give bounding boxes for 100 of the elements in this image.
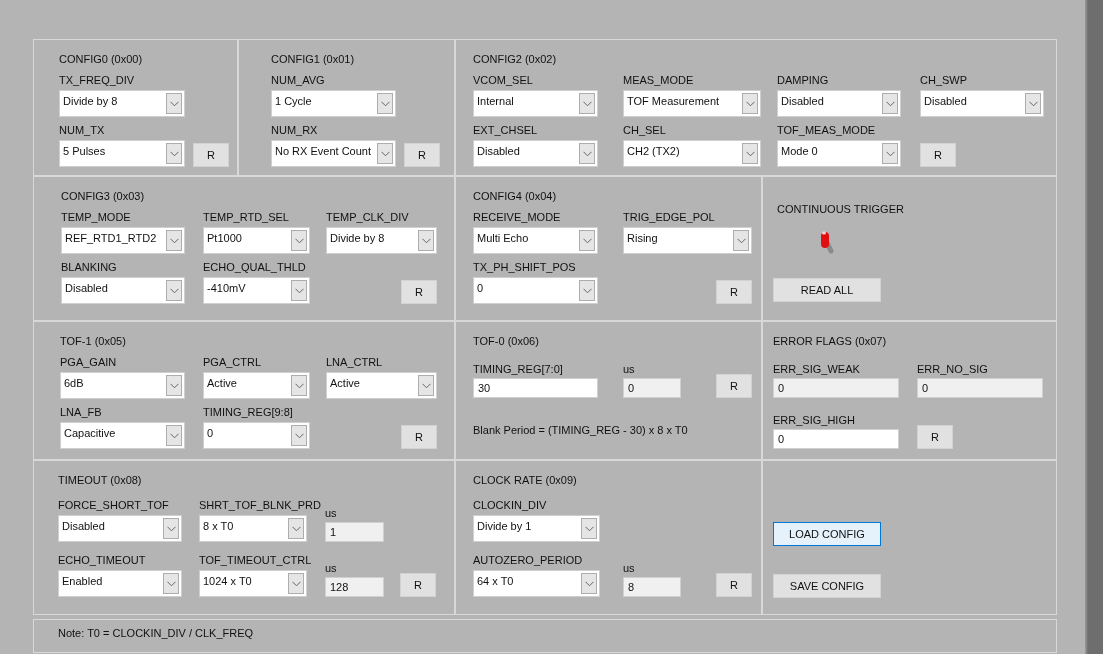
dropdown[interactable]: Divide by 1 (473, 515, 600, 542)
chevron-down-icon (291, 580, 301, 587)
dropdown[interactable]: Divide by 8 (59, 90, 185, 117)
field-label: NUM_TX (59, 124, 105, 137)
field-label: us (623, 363, 635, 376)
dropdown[interactable]: Active (326, 372, 437, 399)
field-label: NUM_RX (271, 124, 318, 137)
dropdown[interactable]: Disabled (920, 90, 1044, 117)
field-label: us (623, 562, 635, 575)
dropdown[interactable]: 8 x T0 (199, 515, 307, 542)
dropdown[interactable]: -410mV (203, 277, 310, 304)
dropdown[interactable]: Divide by 8 (326, 227, 437, 254)
chevron-down-icon (169, 382, 179, 389)
dropdown[interactable]: Mode 0 (777, 140, 901, 167)
readout-field: 0 (773, 378, 899, 398)
field-label: LNA_FB (60, 406, 102, 419)
field-label: ECHO_QUAL_THLD (203, 261, 306, 274)
chevron-down-icon (582, 150, 592, 157)
dropdown[interactable]: Pt1000 (203, 227, 310, 254)
save-config-button[interactable]: SAVE CONFIG (773, 574, 881, 598)
load-config-button[interactable]: LOAD CONFIG (773, 522, 881, 546)
chevron-down-icon (582, 287, 592, 294)
dropdown[interactable]: REF_RTD1_RTD2 (61, 227, 185, 254)
r-button[interactable]: R (401, 425, 437, 449)
input-field[interactable]: 30 (473, 378, 598, 398)
chevron-down-icon (166, 525, 176, 532)
group-title: CONFIG2 (0x02) (473, 52, 557, 66)
readout-field: 128 (325, 577, 384, 597)
chevron-down-icon (885, 150, 895, 157)
r-button[interactable]: R (400, 573, 436, 597)
dropdown[interactable]: TOF Measurement (623, 90, 761, 117)
field-label: TEMP_MODE (61, 211, 131, 224)
chevron-down-icon (584, 525, 594, 532)
caption-text: Note: T0 = CLOCKIN_DIV / CLK_FREQ (58, 627, 254, 639)
dropdown[interactable]: 0 (203, 422, 310, 449)
chevron-down-icon (745, 100, 755, 107)
field-label: PGA_CTRL (203, 356, 262, 369)
chevron-down-icon (380, 150, 390, 157)
dropdown[interactable]: 6dB (60, 372, 185, 399)
r-button[interactable]: R (716, 573, 752, 597)
chevron-down-icon (169, 150, 179, 157)
dropdown[interactable]: Capacitive (60, 422, 185, 449)
input-field[interactable]: 0 (773, 429, 899, 449)
chevron-down-icon (885, 100, 895, 107)
field-label: TIMING_REG[9:8] (203, 406, 293, 419)
field-label: TOF_MEAS_MODE (777, 124, 876, 137)
dropdown[interactable]: Disabled (61, 277, 185, 304)
field-label: SHRT_TOF_BLNK_PRD (199, 499, 321, 512)
group-title: CONFIG1 (0x01) (271, 52, 355, 66)
readout-field: 0 (917, 378, 1043, 398)
r-button[interactable]: R (716, 374, 752, 398)
read-all-button[interactable]: READ ALL (773, 278, 881, 302)
chevron-down-icon (169, 287, 179, 294)
group-title: TIMEOUT (0x08) (58, 473, 142, 487)
chevron-down-icon (1028, 100, 1038, 107)
r-button[interactable]: R (401, 280, 437, 304)
readout-field: 0 (623, 378, 681, 398)
dropdown[interactable]: No RX Event Count (271, 140, 396, 167)
dropdown[interactable]: CH2 (TX2) (623, 140, 761, 167)
r-button[interactable]: R (404, 143, 440, 167)
dropdown[interactable]: 0 (473, 277, 598, 304)
field-label: ERR_SIG_WEAK (773, 363, 860, 376)
dropdown[interactable]: 1 Cycle (271, 90, 396, 117)
field-label: TIMING_REG[7:0] (473, 363, 563, 376)
caption-text: Blank Period = (TIMING_REG - 30) x 8 x T0 (473, 424, 688, 436)
field-label: CLOCKIN_DIV (473, 499, 547, 512)
field-label: EXT_CHSEL (473, 124, 538, 137)
chevron-down-icon (166, 580, 176, 587)
field-label: BLANKING (61, 261, 117, 274)
dropdown[interactable]: 64 x T0 (473, 570, 600, 597)
r-button[interactable]: R (920, 143, 956, 167)
dropdown[interactable]: Enabled (58, 570, 182, 597)
dropdown[interactable]: Active (203, 372, 310, 399)
field-label: CH_SWP (920, 74, 968, 87)
group-title: TOF-0 (0x06) (473, 334, 539, 348)
readout-field: 1 (325, 522, 384, 542)
chevron-down-icon (294, 432, 304, 439)
field-label: ERR_NO_SIG (917, 363, 988, 376)
field-label: AUTOZERO_PERIOD (473, 554, 583, 567)
dropdown[interactable]: Disabled (777, 90, 901, 117)
dropdown[interactable]: Internal (473, 90, 598, 117)
r-button[interactable]: R (716, 280, 752, 304)
r-button[interactable]: R (193, 143, 229, 167)
chevron-down-icon (294, 237, 304, 244)
dropdown[interactable]: Rising (623, 227, 752, 254)
chevron-down-icon (421, 237, 431, 244)
dropdown[interactable]: Disabled (58, 515, 182, 542)
chevron-down-icon (736, 237, 746, 244)
dropdown[interactable]: Multi Echo (473, 227, 598, 254)
dropdown[interactable]: 5 Pulses (59, 140, 185, 167)
field-label: DAMPING (777, 74, 829, 87)
field-label: us (325, 507, 337, 520)
r-button[interactable]: R (917, 425, 953, 449)
dropdown[interactable]: 1024 x T0 (199, 570, 307, 597)
group-title: CONFIG4 (0x04) (473, 189, 557, 203)
chevron-down-icon (745, 150, 755, 157)
field-label: TX_PH_SHIFT_POS (473, 261, 576, 274)
field-label: TEMP_CLK_DIV (326, 211, 409, 224)
field-label: us (325, 562, 337, 575)
dropdown[interactable]: Disabled (473, 140, 598, 167)
